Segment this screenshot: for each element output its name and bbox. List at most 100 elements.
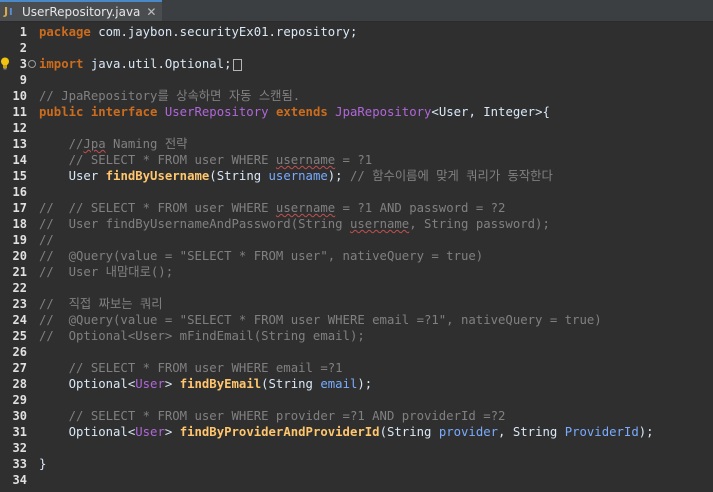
code-token: // SELECT * FROM user WHERE email =?1 [39,361,343,375]
code-token: extends [275,105,328,119]
code-line[interactable]: 23 // 직접 짜보는 쿼리 [0,296,713,312]
code-line[interactable]: 13 //Jpa Naming 전략 [0,136,713,152]
line-number: 12 [12,121,27,135]
line-number: 10 [12,89,27,103]
code-text: import java.util.Optional; [39,56,242,72]
code-line[interactable]: 25 // Optional<User> mFindEmail(String em… [0,328,713,344]
line-number: 29 [12,393,27,407]
collapsed-imports-marker[interactable] [232,58,242,71]
line-number: 30 [12,409,27,423]
line-number: 16 [12,185,27,199]
code-line[interactable]: 30 // SELECT * FROM user WHERE provider … [0,408,713,424]
code-token: interface [90,105,158,119]
code-token: (String [379,425,439,439]
lightbulb-icon[interactable] [0,57,10,70]
line-number: 19 [12,233,27,247]
code-line[interactable]: 3 import java.util.Optional; [0,56,713,72]
code-text: Optional<User> findByProviderAndProvider… [39,424,654,440]
tab-user-repository[interactable]: JI UserRepository.java ✕ [0,0,163,21]
code-token: // [39,233,54,247]
line-number: 13 [12,137,27,151]
line-number: 9 [19,73,27,87]
code-token: > [164,377,180,391]
code-line[interactable]: 21 // User 내맘대로(); [0,264,713,280]
editor-window: JI UserRepository.java ✕ 1 package com.ja… [0,0,713,492]
fold-toggle-icon[interactable] [28,60,36,68]
code-line[interactable]: 2 [0,40,713,56]
code-text: package com.jaybon.securityEx01.reposito… [39,24,357,40]
code-token: JpaRepository [335,105,432,119]
code-line[interactable]: 9 [0,72,713,88]
code-line[interactable]: 24 // @Query(value = "SELECT * FROM user … [0,312,713,328]
code-token: > [164,425,180,439]
code-line[interactable]: 33} [0,456,713,472]
code-token: Jpa [83,137,106,151]
code-token: (String [209,169,269,183]
code-text: // 직접 짜보는 쿼리 [39,296,163,312]
code-text: // [39,232,54,248]
code-line[interactable]: 10 // JpaRepository를 상속하면 자동 스캔됨. [0,88,713,104]
code-token: findByProviderAndProviderId [179,425,380,439]
code-token: User [135,425,165,439]
code-line[interactable]: 29 [0,392,713,408]
line-number: 28 [12,377,27,391]
line-number: 2 [19,41,27,55]
code-token: import [39,57,84,71]
code-line[interactable]: 16 [0,184,713,200]
code-line[interactable]: 17 // // SELECT * FROM user WHERE usernam… [0,200,713,216]
code-line[interactable]: 14 // SELECT * FROM user WHERE username … [0,152,713,168]
code-token: com.jaybon.securityEx01.repository; [90,25,358,39]
code-line[interactable]: 18 // User findByUsernameAndPassword(Stri… [0,216,713,232]
java-interface-icon: JI [4,4,13,18]
code-token: // @Query(value = "SELECT * FROM user WH… [39,313,602,327]
code-line[interactable]: 15 User findByUsername(String username);… [0,168,713,184]
code-token: <User, Integer>{ [431,105,550,119]
code-editor[interactable]: 1 package com.jaybon.securityEx01.reposit… [0,22,713,492]
code-token: package [39,25,91,39]
code-text: } [39,456,46,472]
code-token: ); [357,377,373,391]
code-line[interactable]: 22 [0,280,713,296]
close-icon[interactable]: ✕ [146,6,156,18]
line-number: 15 [12,169,27,183]
code-token: , String [498,425,565,439]
editor-tab-bar: JI UserRepository.java ✕ [0,0,713,22]
code-text: // User 내맘대로(); [39,264,173,280]
code-token: // [39,137,84,151]
code-token: (String [261,377,321,391]
code-token: User [39,169,106,183]
line-number: 27 [12,361,27,375]
code-token: // 함수이름에 맞게 쿼리가 동작한다 [349,169,553,183]
code-line[interactable]: 20 // @Query(value = "SELECT * FROM user"… [0,248,713,264]
code-token: Naming 전략 [105,137,188,151]
code-text: // @Query(value = "SELECT * FROM user", … [39,248,483,264]
code-token: email [320,377,358,391]
code-text: // Optional<User> mFindEmail(String emai… [39,328,365,344]
code-token: ); [327,169,350,183]
code-token: Optional< [39,377,136,391]
code-text: // JpaRepository를 상속하면 자동 스캔됨. [39,88,300,104]
code-token: ); [638,425,654,439]
code-line[interactable]: 19 // [0,232,713,248]
code-line[interactable]: 28 Optional<User> findByEmail(String ema… [0,376,713,392]
line-number: 34 [12,473,27,487]
code-token: provider [438,425,499,439]
code-token: username [275,153,336,167]
code-line[interactable]: 11 public interface UserRepository extend… [0,104,713,120]
code-line[interactable]: 1 package com.jaybon.securityEx01.reposit… [0,24,713,40]
code-token: // // SELECT * FROM user WHERE [39,201,276,215]
code-line[interactable]: 32 [0,440,713,456]
code-text: // SELECT * FROM user WHERE provider =?1… [39,408,506,424]
code-line[interactable]: 31 Optional<User> findByProviderAndProvi… [0,424,713,440]
code-text: Optional<User> findByEmail(String email)… [39,376,373,392]
code-text: // @Query(value = "SELECT * FROM user WH… [39,312,602,328]
code-line[interactable]: 26 [0,344,713,360]
code-text: // SELECT * FROM user WHERE email =?1 [39,360,343,376]
line-number: 14 [12,153,27,167]
code-token: // Optional<User> mFindEmail(String emai… [39,329,365,343]
line-number: 1 [19,25,27,39]
line-number: 11 [12,105,27,119]
code-line[interactable]: 27 // SELECT * FROM user WHERE email =?1 [0,360,713,376]
code-line[interactable]: 12 [0,120,713,136]
code-line[interactable]: 34 [0,472,713,488]
